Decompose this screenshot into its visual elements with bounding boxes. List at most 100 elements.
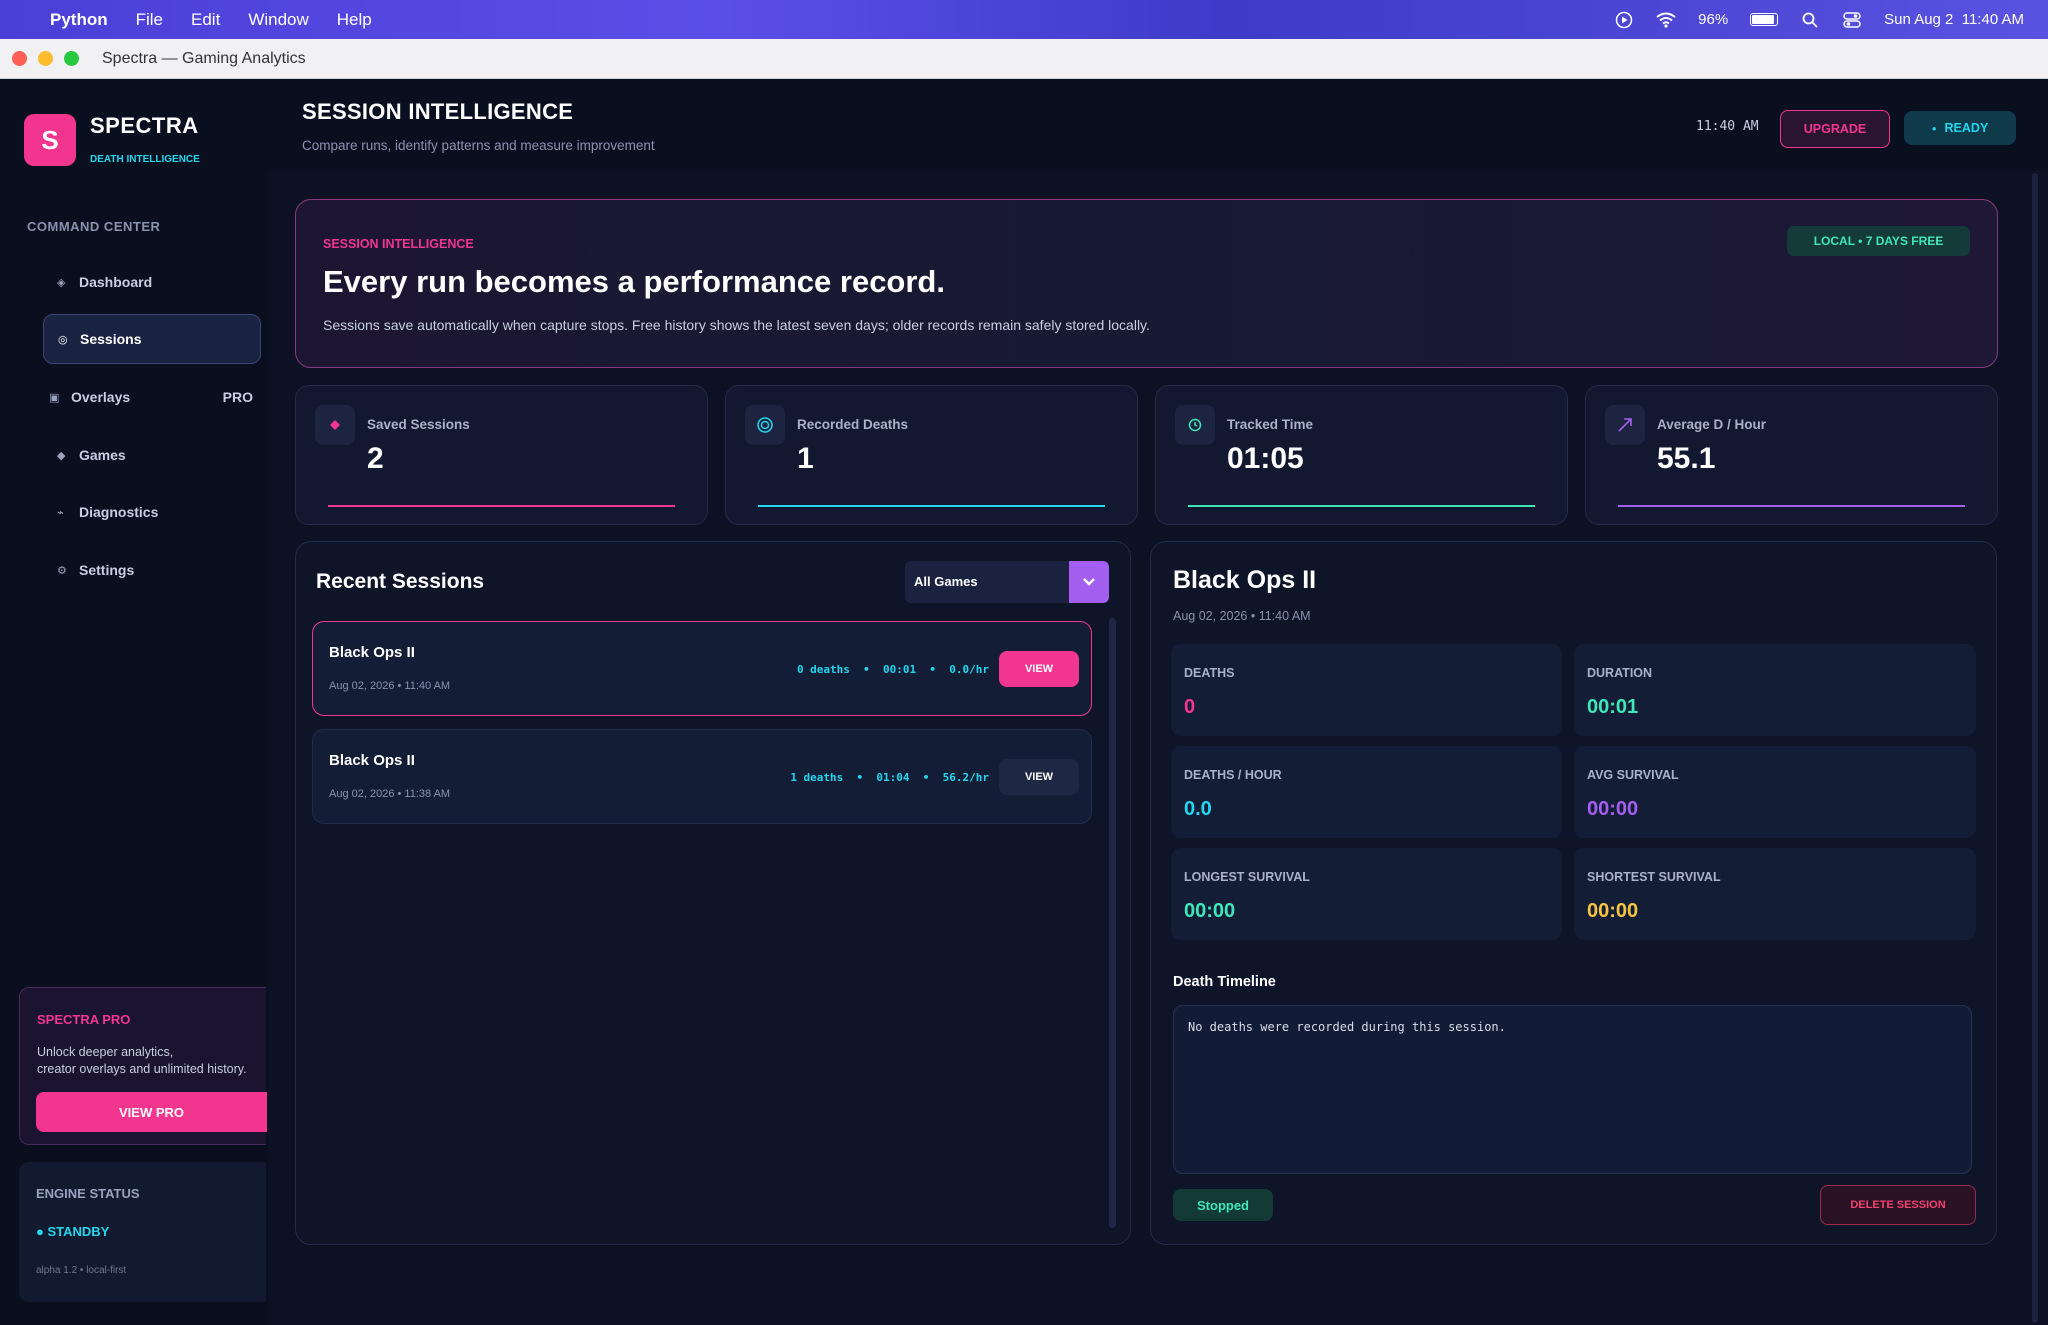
sidebar: S SPECTRA DEATH INTELLIGENCE COMMAND CEN… — [0, 79, 268, 1325]
hero-eyebrow: SESSION INTELLIGENCE — [323, 237, 474, 251]
stat-value: 2 — [367, 442, 384, 475]
chevron-down-icon[interactable] — [1069, 561, 1109, 603]
sidebar-item-games[interactable]: ◆ Games — [43, 430, 261, 480]
pro-card-text-line: creator overlays and unlimited history. — [37, 1062, 247, 1076]
view-session-button[interactable]: VIEW — [999, 651, 1079, 687]
sessions-scrollbar[interactable] — [1109, 618, 1116, 1228]
session-detail-panel: Black Ops II Aug 02, 2026 • 11:40 AM DEA… — [1150, 541, 1997, 1245]
sidebar-item-label: Settings — [79, 562, 135, 578]
sidebar-item-diagnostics[interactable]: ⌁ Diagnostics — [43, 487, 261, 537]
minimize-window-button[interactable] — [38, 51, 53, 66]
hero-headline: Every run becomes a performance record. — [323, 264, 945, 299]
engine-version: alpha 1.2 • local-first — [36, 1265, 127, 1276]
session-date: Aug 02, 2026 • 11:38 AM — [329, 788, 451, 800]
metric-value: 0 — [1184, 696, 1196, 718]
ready-status-label: READY — [1944, 121, 1989, 135]
death-timeline-label: Death Timeline — [1173, 974, 1276, 990]
control-center-icon[interactable] — [1842, 11, 1862, 28]
engine-status-card: ENGINE STATUS ● STANDBY alpha 1.2 • loca… — [19, 1162, 266, 1302]
engine-status-title: ENGINE STATUS — [36, 1186, 140, 1201]
detail-title: Black Ops II — [1173, 566, 1317, 594]
metric-avg-survival: AVG SURVIVAL 00:00 — [1574, 746, 1976, 838]
battery-icon[interactable] — [1750, 13, 1779, 26]
game-filter-select[interactable]: All Games — [905, 561, 1109, 603]
hero-description: Sessions save automatically when capture… — [323, 317, 1150, 333]
main-scrollbar[interactable] — [2032, 173, 2038, 1323]
menu-edit[interactable]: Edit — [191, 10, 220, 30]
sidebar-item-sessions[interactable]: ◎ Sessions — [43, 314, 261, 364]
wifi-icon[interactable] — [1656, 12, 1676, 28]
ready-status-badge: ● READY — [1904, 111, 2016, 145]
pro-card-text-line: Unlock deeper analytics, — [37, 1045, 174, 1059]
menu-window[interactable]: Window — [248, 10, 308, 30]
metric-deaths-per-hour: DEATHS / HOUR 0.0 — [1171, 746, 1562, 838]
delete-session-button[interactable]: DELETE SESSION — [1820, 1185, 1976, 1225]
trend-up-icon — [1605, 405, 1645, 445]
metric-label: DURATION — [1587, 666, 1653, 680]
target-icon — [745, 405, 785, 445]
pro-badge: PRO — [222, 389, 253, 405]
sidebar-item-overlays[interactable]: ▣ Overlays PRO — [35, 372, 261, 422]
brand-name: SPECTRA — [90, 113, 199, 138]
stat-value: 1 — [797, 442, 814, 475]
engine-status-value: ● STANDBY — [36, 1224, 109, 1239]
hero-banner: SESSION INTELLIGENCE Every run becomes a… — [295, 199, 1998, 368]
metric-label: SHORTEST SURVIVAL — [1587, 870, 1721, 884]
sessions-icon: ◎ — [58, 333, 68, 346]
clock-icon — [1175, 405, 1215, 445]
header-clock: 11:40 AM — [1696, 119, 1759, 134]
sidebar-item-label: Dashboard — [79, 274, 153, 290]
play-icon[interactable] — [1614, 11, 1634, 28]
stat-card-saved-sessions: Saved Sessions 2 — [295, 385, 708, 525]
menu-help[interactable]: Help — [337, 10, 372, 30]
sidebar-item-dashboard[interactable]: ◈ Dashboard — [43, 257, 261, 307]
main-content: SESSION INTELLIGENCE Compare runs, ident… — [268, 79, 2048, 1325]
page-subtitle: Compare runs, identify patterns and meas… — [302, 138, 655, 153]
games-icon: ◆ — [57, 449, 66, 462]
session-stats: 1 deaths • 01:04 • 56.2/hr — [790, 771, 989, 784]
upgrade-button[interactable]: UPGRADE — [1780, 110, 1890, 148]
metric-label: AVG SURVIVAL — [1587, 768, 1679, 782]
status-dot-icon: ● — [36, 1224, 48, 1239]
stat-card-average-deaths-hour: Average D / Hour 55.1 — [1585, 385, 1998, 525]
stat-label: Recorded Deaths — [797, 417, 909, 432]
stat-value: 55.1 — [1657, 442, 1716, 475]
menu-app-name[interactable]: Python — [50, 10, 108, 30]
overlays-icon: ▣ — [49, 391, 60, 404]
page-header: SESSION INTELLIGENCE Compare runs, ident… — [268, 79, 2048, 171]
metric-label: LONGEST SURVIVAL — [1184, 870, 1310, 884]
stat-accent-bar — [1188, 505, 1535, 507]
sidebar-item-label: Games — [79, 447, 126, 463]
death-timeline-textarea[interactable]: No deaths were recorded during this sess… — [1173, 1005, 1972, 1174]
app-logo: S — [24, 114, 76, 166]
close-window-button[interactable] — [12, 51, 27, 66]
stat-label: Average D / Hour — [1657, 417, 1767, 432]
pro-card-title: SPECTRA PRO — [37, 1012, 131, 1027]
battery-percent: 96% — [1698, 11, 1729, 28]
session-row[interactable]: Black Ops II Aug 02, 2026 • 11:40 AM 0 d… — [312, 621, 1092, 716]
zoom-window-button[interactable] — [64, 51, 79, 66]
diamond-icon — [315, 405, 355, 445]
brand-tagline: DEATH INTELLIGENCE — [90, 154, 200, 165]
sidebar-item-settings[interactable]: ⚙ Settings — [43, 545, 261, 595]
view-session-button[interactable]: VIEW — [999, 759, 1079, 795]
pro-promo-card: SPECTRA PRO Unlock deeper analytics, cre… — [19, 987, 267, 1145]
settings-icon: ⚙ — [57, 564, 67, 577]
session-status-badge: Stopped — [1173, 1189, 1273, 1221]
view-pro-button[interactable]: VIEW PRO — [36, 1092, 267, 1132]
diagnostics-icon: ⌁ — [57, 506, 64, 519]
stat-accent-bar — [758, 505, 1105, 507]
metric-label: DEATHS / HOUR — [1184, 768, 1282, 782]
menu-bar: Python File Edit Window Help 96% Sun Aug… — [0, 0, 2048, 39]
sidebar-item-label: Diagnostics — [79, 504, 159, 520]
detail-date: Aug 02, 2026 • 11:40 AM — [1173, 609, 1311, 623]
menubar-clock[interactable]: Sun Aug 2 11:40 AM — [1884, 11, 2024, 28]
session-stats: 0 deaths • 00:01 • 0.0/hr — [796, 663, 989, 676]
session-game: Black Ops II — [329, 644, 415, 661]
search-icon[interactable] — [1800, 12, 1820, 28]
session-row[interactable]: Black Ops II Aug 02, 2026 • 11:38 AM 1 d… — [312, 729, 1092, 824]
metric-value: 00:01 — [1587, 696, 1639, 718]
dashboard-icon: ◈ — [57, 276, 66, 289]
menu-file[interactable]: File — [136, 10, 163, 30]
status-dot-icon: ● — [1931, 123, 1937, 133]
